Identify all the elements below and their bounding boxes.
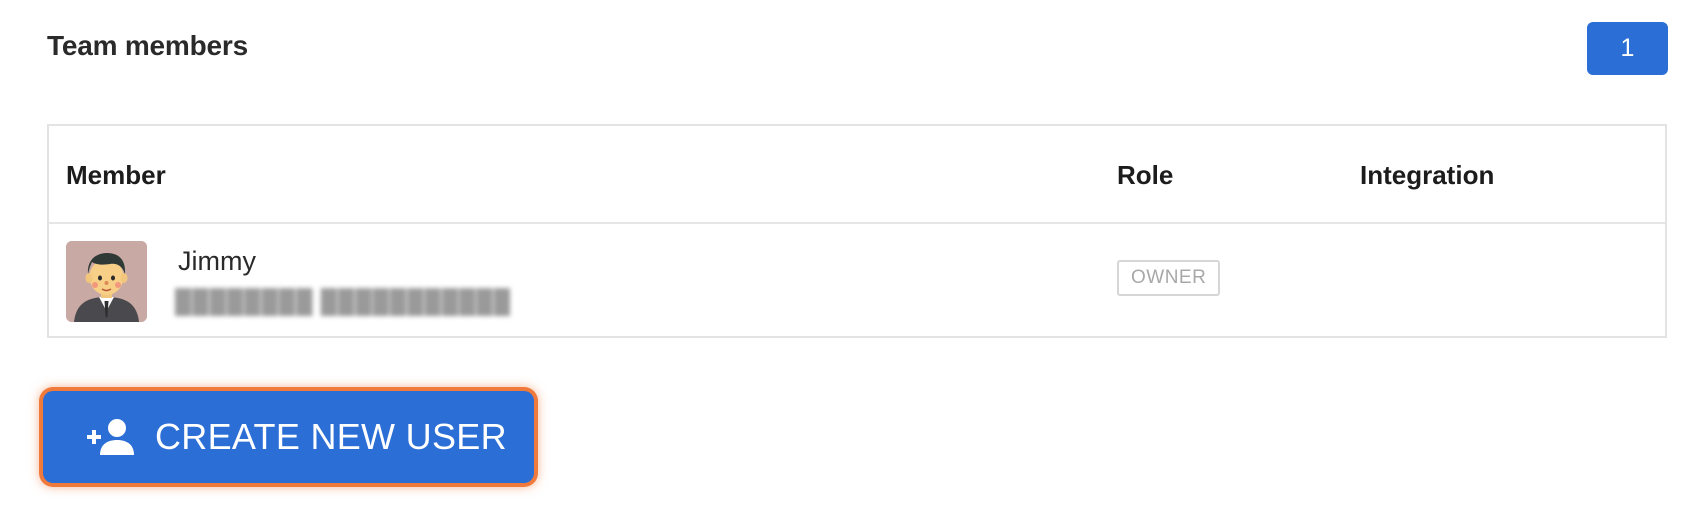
column-header-role: Role (1117, 160, 1174, 190)
person-avatar-icon (66, 241, 147, 322)
member-email: ████████ ████████████ (175, 284, 510, 318)
table-row[interactable]: Jimmy ████████ ████████████ OWNER (49, 224, 1665, 338)
create-new-user-label: CREATE NEW USER (155, 416, 507, 457)
role-badge: OWNER (1117, 260, 1221, 296)
member-count-badge[interactable]: 1 (1587, 22, 1668, 75)
members-table: Member Role Integration Jimmy ████████ █… (47, 124, 1667, 338)
table-header: Member Role Integration (49, 126, 1665, 224)
add-person-icon (85, 418, 137, 456)
member-name: Jimmy (178, 246, 256, 276)
member-email-text: ████████ ████████████ (175, 287, 510, 314)
column-header-member: Member (66, 160, 166, 190)
page-title: Team members (47, 30, 248, 61)
create-new-user-button[interactable]: CREATE NEW USER (43, 391, 534, 483)
column-header-integration: Integration (1360, 160, 1495, 190)
